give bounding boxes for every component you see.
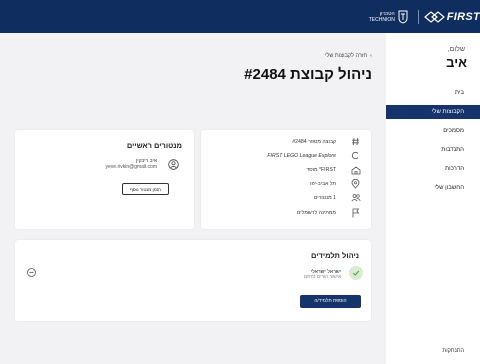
league-icon xyxy=(350,150,361,161)
page-title: ניהול קבוצת #2484 xyxy=(244,66,372,83)
status-text: ממתינה לרשמלים xyxy=(296,209,336,216)
sidebar-item-home[interactable]: בית xyxy=(386,86,480,100)
info-row-school: FIRST* מוסד xyxy=(306,164,361,175)
first-logo-icon xyxy=(423,11,445,23)
technion-logo-text: הטכניון TECHNION xyxy=(368,11,395,23)
location-pin-icon xyxy=(350,178,361,189)
team-number-text: קבוצה מספר #2484 xyxy=(292,138,336,145)
mentors-heading: מנטורים ראשיים xyxy=(126,141,182,150)
students-heading: ניהול תלמידים xyxy=(310,251,359,260)
school-icon xyxy=(350,164,361,175)
info-row-mentors-count: 1 מנטורים xyxy=(314,192,361,203)
first-logo-text: FIRST xyxy=(446,11,480,23)
sidebar-item-my-account[interactable]: החשבון שלי xyxy=(386,181,480,195)
team-info-card: קבוצה מספר #2484 FIRST LEGO League Explo… xyxy=(201,130,371,229)
info-row-status: ממתינה לרשמלים xyxy=(297,207,361,218)
league-text: FIRST LEGO League Explore xyxy=(267,152,336,159)
remove-student-icon[interactable] xyxy=(27,268,36,277)
mentor-email: yeve.rivkin@gmail.com xyxy=(105,164,157,170)
chevron-right-icon: › xyxy=(370,53,372,59)
user-avatar-icon xyxy=(168,159,179,170)
mentors-count-text: 1 מנטורים xyxy=(313,194,336,201)
sidebar-item-training[interactable]: הדרכות xyxy=(386,162,480,176)
flag-icon xyxy=(350,207,361,218)
sidebar-user-name: איב xyxy=(446,55,467,70)
main-content: › חזרה לקבוצות שלי ניהול קבוצת #2484 קבו… xyxy=(0,33,386,364)
breadcrumb-label[interactable]: חזרה לקבוצות שלי xyxy=(325,53,367,59)
hash-icon xyxy=(350,136,361,147)
approved-check-icon xyxy=(349,266,363,280)
technion-shield-icon xyxy=(398,10,408,24)
add-student-button[interactable]: הוספת תלמיד/ה xyxy=(300,295,361,308)
info-row-league: FIRST LEGO League Explore xyxy=(267,150,361,161)
info-row-location: תל אביב-יפו xyxy=(310,178,361,189)
sidebar-item-my-teams[interactable]: הקבוצות שלי xyxy=(386,105,480,119)
sidebar-item-documents[interactable]: מסמכים xyxy=(386,124,480,138)
sidebar-greeting: שלום, xyxy=(447,46,465,53)
sidebar: שלום, איב בית הקבוצות שלי מסמכים התנדבות… xyxy=(386,33,480,364)
invite-mentor-button[interactable]: הזמן מנטור נוסף xyxy=(122,183,169,195)
school-text: FIRST* מוסד xyxy=(306,166,336,173)
sidebar-item-volunteer[interactable]: התנדבות xyxy=(386,143,480,157)
mentors-card: מנטורים ראשיים איב ריבקין yeve.rivkin@gm… xyxy=(15,130,194,229)
info-row-team-number: קבוצה מספר #2484 xyxy=(292,136,361,147)
first-logo[interactable]: FIRST xyxy=(423,10,480,24)
breadcrumb[interactable]: › חזרה לקבוצות שלי xyxy=(325,53,372,59)
top-bar: הטכניון TECHNION FIRST xyxy=(0,0,480,33)
logout-link[interactable]: התנתקות xyxy=(386,348,480,354)
people-icon xyxy=(350,192,361,203)
location-text: תל אביב-יפו xyxy=(310,180,336,187)
students-card: ניהול תלמידים ישראל ישראלי אישור הורים נ… xyxy=(15,240,371,321)
student-status: אישור הורים נחתם xyxy=(303,275,341,280)
logo-block: הטכניון TECHNION FIRST xyxy=(369,8,480,26)
